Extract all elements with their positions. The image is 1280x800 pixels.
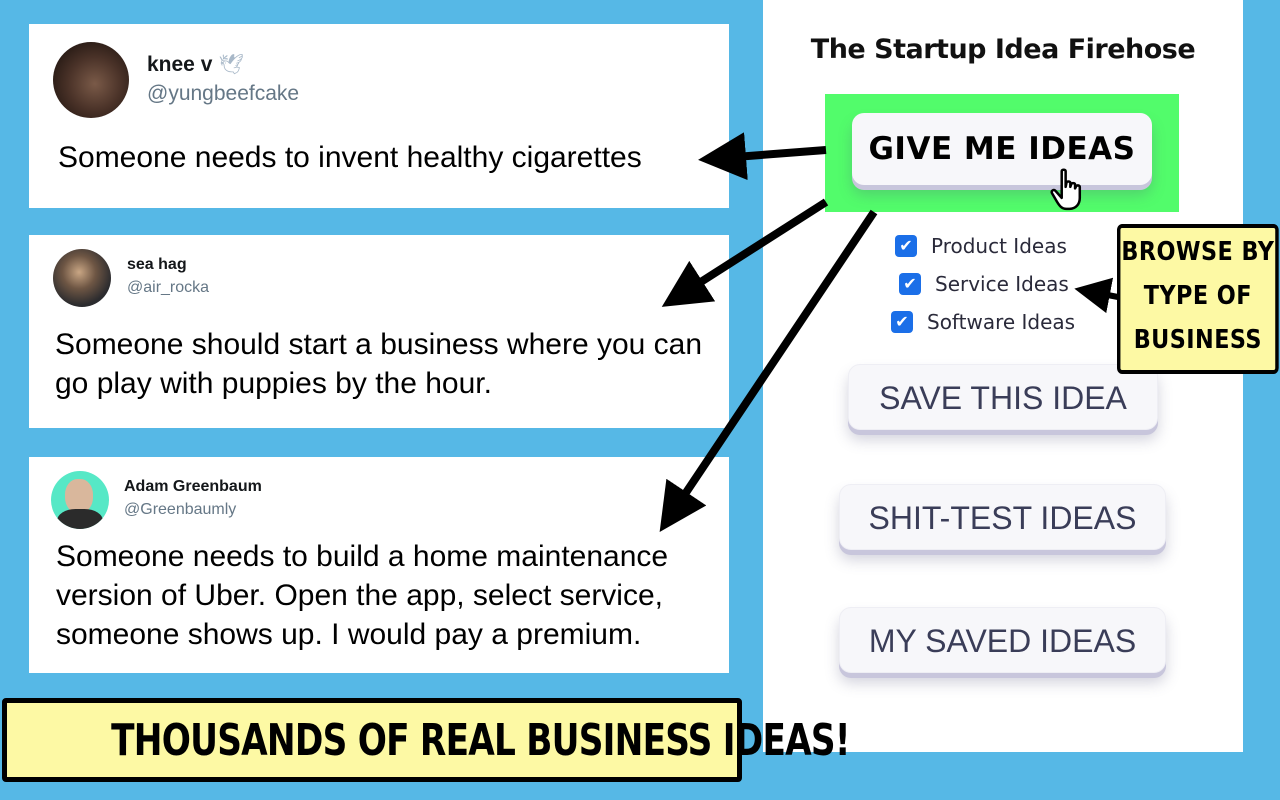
tweet-author-name: knee v 🕊 <box>147 53 244 76</box>
save-this-idea-button[interactable]: SAVE THIS IDEA <box>848 364 1158 430</box>
my-saved-ideas-button[interactable]: MY SAVED IDEAS <box>839 607 1166 673</box>
product-ideas-checkbox[interactable]: ✔ Product Ideas <box>895 234 1067 258</box>
avatar <box>53 42 129 118</box>
checkbox-checked-icon[interactable]: ✔ <box>899 273 921 295</box>
checkbox-checked-icon[interactable]: ✔ <box>891 311 913 333</box>
avatar-body <box>57 509 103 529</box>
promo-banner: THOUSANDS OF REAL BUSINESS IDEAS! <box>2 698 851 782</box>
avatar <box>53 249 111 307</box>
tweet-author-handle: @Greenbaumly <box>124 501 237 518</box>
give-me-ideas-button[interactable]: GIVE ME IDEAS <box>852 113 1152 185</box>
tweet-text: Someone needs to build a home maintenanc… <box>56 540 669 651</box>
app-title: The Startup Idea Firehose <box>810 34 1196 65</box>
checkbox-label: Software Ideas <box>927 310 1076 334</box>
software-ideas-checkbox[interactable]: ✔ Software Ideas <box>891 310 1075 334</box>
service-ideas-checkbox[interactable]: ✔ Service Ideas <box>899 272 1069 296</box>
avatar-face <box>65 479 93 513</box>
tweet-card: knee v 🕊 @yungbeefcake Someone needs to i… <box>29 24 729 208</box>
tweet-author-handle: @yungbeefcake <box>147 82 300 105</box>
tweet-author-name: sea hag <box>127 256 187 273</box>
checkbox-label: Service Ideas <box>935 272 1069 296</box>
dove-icon: 🕊 <box>218 54 244 76</box>
tweet-text: Someone needs to invent healthy cigarett… <box>58 141 642 174</box>
tweet-text: Someone should start a business where yo… <box>55 328 703 400</box>
tweet-card: Adam Greenbaum @Greenbaumly Someone need… <box>29 457 729 673</box>
browse-by-type-callout: BROWSE BY TYPE OF BUSINESS <box>1117 224 1279 374</box>
tweet-card: sea hag @air_rocka Someone should start … <box>29 235 729 428</box>
checkbox-label: Product Ideas <box>931 234 1067 258</box>
hand-cursor-icon <box>1050 168 1082 211</box>
tweet-author-name: Adam Greenbaum <box>124 478 262 495</box>
shit-test-ideas-button[interactable]: SHIT-TEST IDEAS <box>839 484 1166 550</box>
extension-panel: The Startup Idea Firehose GIVE ME IDEAS … <box>763 0 1243 752</box>
avatar <box>51 471 109 529</box>
checkbox-checked-icon[interactable]: ✔ <box>895 235 917 257</box>
tweet-author-handle: @air_rocka <box>127 279 210 296</box>
